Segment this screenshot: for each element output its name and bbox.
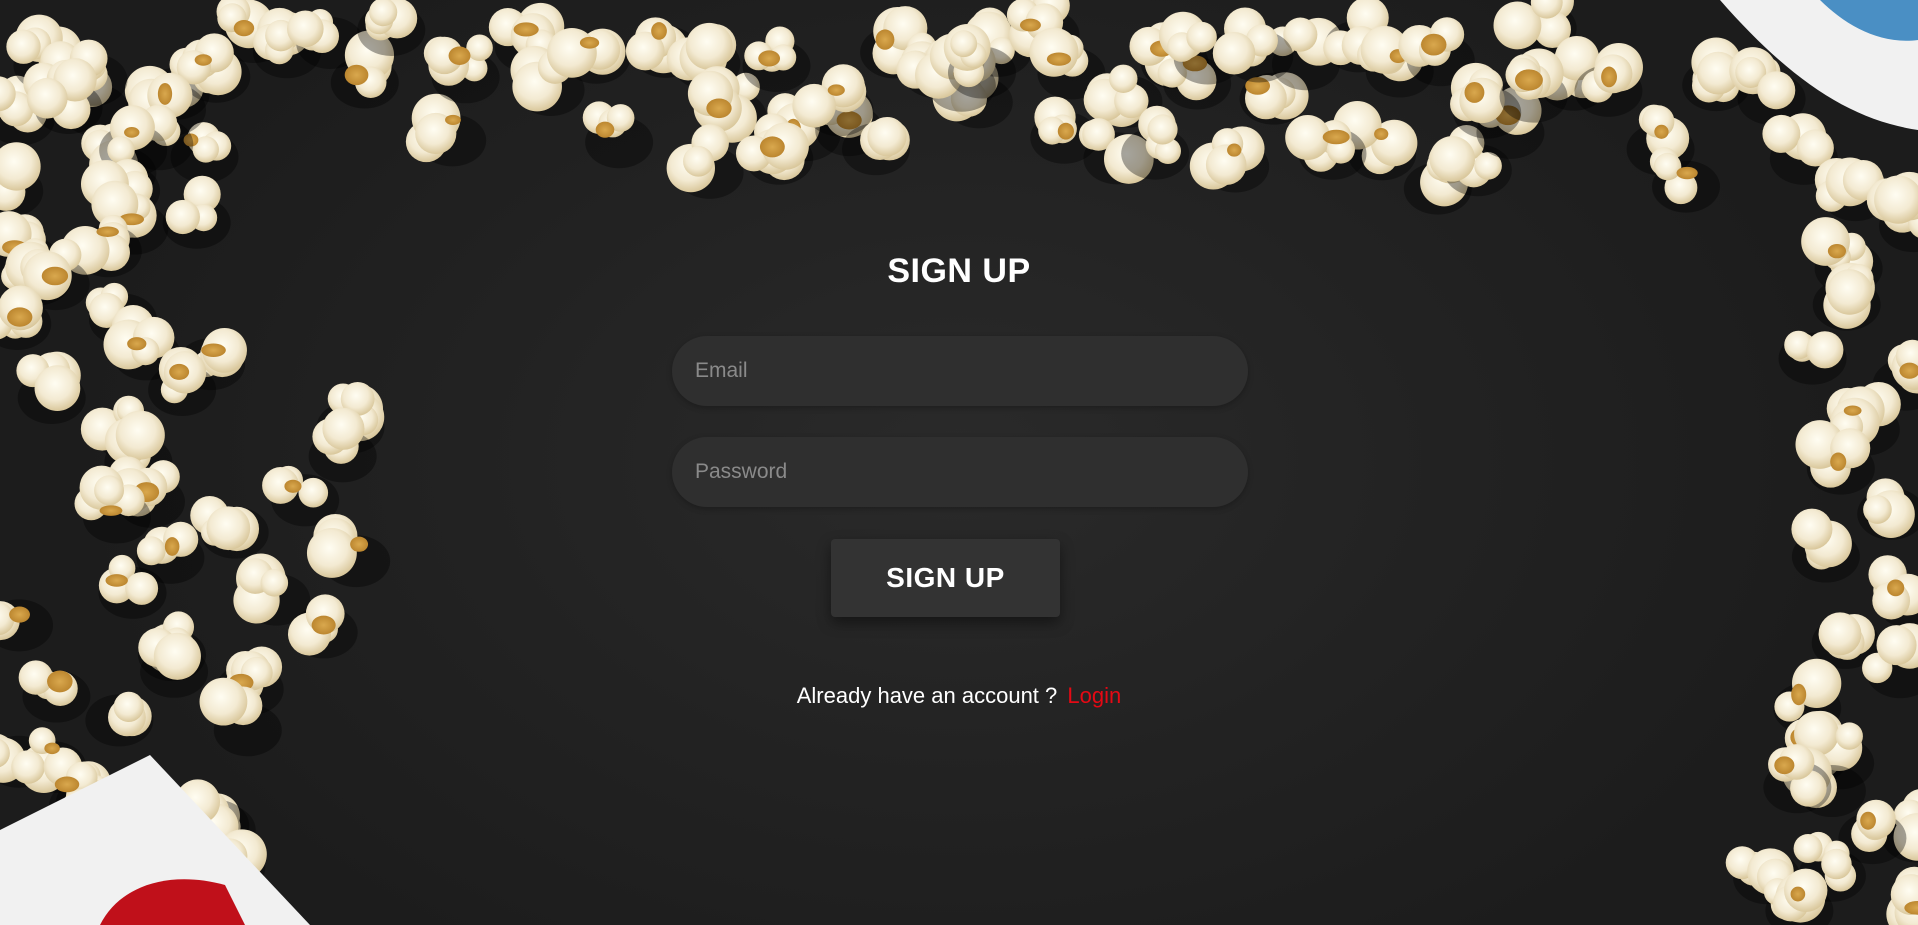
login-prompt-text: Already have an account ?: [796, 683, 1058, 708]
login-link[interactable]: Login: [1067, 683, 1121, 708]
email-input[interactable]: [672, 336, 1248, 406]
page-title: SIGN UP: [887, 252, 1031, 290]
password-input[interactable]: [672, 437, 1248, 507]
signup-button[interactable]: SIGN UP: [831, 539, 1060, 617]
login-prompt: Already have an account ? Login: [0, 683, 1918, 709]
signup-form: SIGN UP SIGN UP Already have an account …: [0, 0, 1918, 925]
signup-page: SIGN UP SIGN UP Already have an account …: [0, 0, 1918, 925]
